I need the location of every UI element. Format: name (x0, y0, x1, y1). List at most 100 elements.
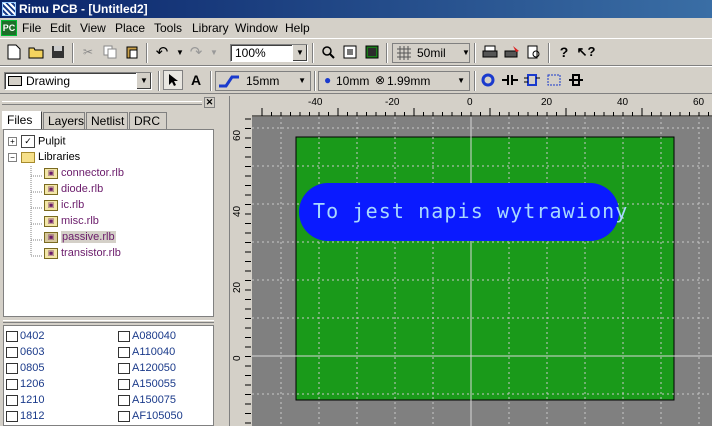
copy-icon[interactable] (100, 42, 120, 62)
paste-icon[interactable] (122, 42, 142, 62)
tree-item-library[interactable]: ▣ misc.rlb (44, 215, 99, 231)
tree-item-library[interactable]: ▣ ic.rlb (44, 199, 84, 215)
document-icon[interactable]: PC (1, 20, 17, 36)
zoom-icon[interactable] (318, 42, 338, 62)
separator (312, 43, 314, 63)
component-name: 0603 (20, 346, 45, 358)
tab-drc[interactable]: DRC (129, 112, 167, 129)
pad-size-select[interactable]: ● 10mm ⊗ 1.99mm ▼ (318, 71, 470, 91)
list-item[interactable]: 1206 (6, 378, 44, 390)
component-name: A150075 (132, 394, 177, 406)
new-file-icon[interactable] (4, 42, 24, 62)
tree-label: connector.rlb (61, 167, 124, 179)
y-tick-label: 40 (232, 205, 243, 217)
zoom-area-icon[interactable] (340, 42, 360, 62)
component-name: 0805 (20, 362, 45, 374)
list-item[interactable]: A110040 (118, 346, 175, 358)
zoom-select[interactable]: 100% ▼ (230, 44, 308, 62)
x-tick-label: 40 (617, 97, 629, 108)
tree-label: diode.rlb (61, 183, 104, 195)
collapse-icon[interactable]: − (8, 152, 17, 162)
menu-help[interactable]: Help (285, 21, 310, 35)
select-pointer-icon[interactable] (163, 70, 183, 90)
separator (146, 43, 148, 63)
track-width-select[interactable]: 15mm ▼ (215, 71, 311, 91)
redo-dropdown-icon[interactable]: ▼ (204, 42, 224, 62)
board-view[interactable]: To jest napis wytrawiony (252, 117, 712, 426)
tab-netlist[interactable]: Netlist (86, 112, 128, 129)
tab-files[interactable]: Files (2, 111, 42, 129)
project-panel: ✕ Files Layers Netlist DRC + ✓ Pulpit − Lib… (0, 96, 217, 426)
etched-text-label[interactable]: To jest napis wytrawiony (313, 199, 628, 223)
help-icon[interactable]: ? (554, 42, 574, 62)
close-panel-icon[interactable]: ✕ (204, 97, 215, 108)
component-icon (6, 394, 18, 406)
tree-item-library[interactable]: ▣ connector.rlb (44, 167, 124, 183)
list-item[interactable]: 1812 (6, 410, 44, 422)
list-item[interactable]: 0402 (6, 330, 44, 342)
tree-item-library-selected[interactable]: ▣ passive.rlb (44, 231, 116, 247)
chevron-down-icon[interactable]: ▼ (457, 76, 465, 85)
cut-icon[interactable]: ✂ (78, 42, 98, 62)
list-item[interactable]: 0603 (6, 346, 44, 358)
tree-item-library[interactable]: ▣ transistor.rlb (44, 247, 121, 263)
splitter[interactable] (3, 320, 214, 323)
pad-size-value: 10mm (336, 74, 370, 88)
tree-item-pulpit[interactable]: + ✓ Pulpit (8, 135, 66, 151)
horizontal-ruler: -40 -20 0 20 40 60 (252, 96, 712, 118)
print-icon[interactable] (480, 42, 500, 62)
menu-library[interactable]: Library (192, 21, 229, 35)
zoom-fit-icon[interactable] (362, 42, 382, 62)
list-item[interactable]: AF105050 (118, 410, 183, 422)
layer-select[interactable]: Drawing ▼ (4, 72, 152, 90)
list-item[interactable]: 0805 (6, 362, 44, 374)
tree-item-libraries[interactable]: − Libraries (8, 151, 80, 167)
print-setup-icon[interactable] (502, 42, 522, 62)
list-item[interactable]: A080040 (118, 330, 176, 342)
capacitor-icon[interactable] (500, 70, 520, 90)
netlist-icon[interactable] (566, 70, 586, 90)
component-icon (118, 330, 130, 342)
tab-layers[interactable]: Layers (43, 112, 85, 129)
layer-value: Drawing (26, 74, 71, 88)
tree-item-library[interactable]: ▣ diode.rlb (44, 183, 103, 199)
tree-label: passive.rlb (61, 231, 116, 243)
drawing-toolbar: Drawing ▼ A 15mm ▼ ● 10mm ⊗ 1.99mm ▼ (0, 66, 712, 94)
expand-icon[interactable]: + (8, 137, 17, 146)
chevron-down-icon[interactable]: ▼ (456, 42, 476, 62)
component-name: A150055 (132, 378, 177, 390)
redo-icon[interactable]: ↷ (186, 42, 206, 62)
menu-place[interactable]: Place (115, 21, 145, 35)
list-item[interactable]: A120050 (118, 362, 176, 374)
undo-icon[interactable]: ↶ (152, 42, 172, 62)
component-icon[interactable] (522, 70, 542, 90)
chevron-down-icon[interactable]: ▼ (292, 45, 307, 61)
save-icon[interactable] (48, 42, 68, 62)
separator (158, 71, 160, 91)
separator (474, 71, 476, 91)
menu-window[interactable]: Window (235, 21, 278, 35)
track-icon (218, 74, 240, 91)
open-folder-icon[interactable] (26, 42, 46, 62)
list-item[interactable]: A150055 (118, 378, 176, 390)
list-item[interactable]: A150075 (118, 394, 176, 406)
menu-file[interactable]: File (22, 21, 41, 35)
menu-edit[interactable]: Edit (50, 21, 71, 35)
window-title: Rimu PCB - [Untitled2] (19, 2, 148, 16)
text-tool-icon[interactable]: A (186, 70, 206, 90)
chevron-down-icon[interactable]: ▼ (136, 73, 151, 89)
library-icon: ▣ (44, 247, 58, 259)
chevron-down-icon[interactable]: ▼ (298, 76, 306, 85)
grid-icon (397, 46, 411, 63)
context-help-icon[interactable]: ↖? (576, 42, 596, 62)
grid-value: 50mil (417, 46, 446, 60)
print-preview-icon[interactable] (524, 42, 544, 62)
pcb-board-outline[interactable] (295, 136, 675, 401)
pad-tool-icon[interactable] (478, 70, 498, 90)
list-item[interactable]: 1210 (6, 394, 44, 406)
track-width-value: 15mm (246, 74, 280, 88)
menu-view[interactable]: View (80, 21, 106, 35)
menu-tools[interactable]: Tools (154, 21, 182, 35)
footprint-icon[interactable] (544, 70, 564, 90)
component-name: 1210 (20, 394, 45, 406)
